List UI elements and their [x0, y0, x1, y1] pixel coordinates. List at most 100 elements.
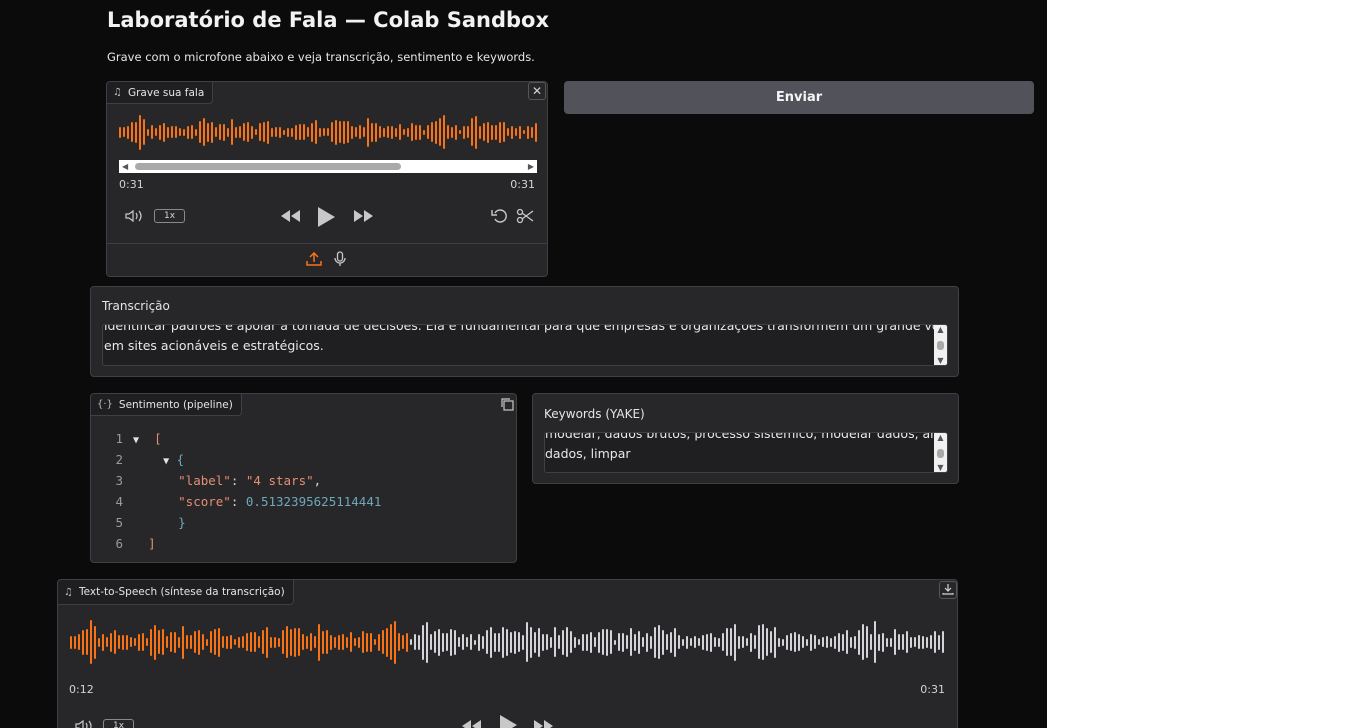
- scrollbar-thumb[interactable]: [135, 163, 401, 170]
- transcription-scrollbar[interactable]: ▲ ▼: [934, 325, 947, 365]
- undo-icon[interactable]: [491, 208, 509, 227]
- rewind-icon[interactable]: [279, 209, 301, 226]
- waveform-bar: [467, 126, 469, 138]
- waveform-bar: [486, 630, 488, 654]
- waveform-bar: [378, 633, 380, 651]
- waveform-bar: [279, 126, 281, 138]
- play-icon[interactable]: [498, 714, 518, 728]
- waveform-bar: [247, 122, 249, 142]
- waveform-bar: [170, 632, 172, 652]
- waveform-bar: [458, 637, 460, 647]
- play-icon[interactable]: [316, 206, 336, 231]
- waveform-bar: [218, 627, 220, 657]
- speed-button[interactable]: 1x: [103, 719, 134, 728]
- send-button[interactable]: Enviar: [564, 81, 1034, 114]
- waveform-bar: [402, 635, 404, 649]
- waveform-bar: [463, 125, 465, 139]
- keywords-label: Keywords (YAKE): [544, 407, 645, 421]
- waveform-scrollbar[interactable]: ◀ ▶: [119, 160, 537, 173]
- scroll-up-icon[interactable]: ▲: [934, 433, 947, 442]
- waveform-bar: [127, 125, 129, 139]
- waveform-bar: [519, 125, 521, 139]
- scroll-up-icon[interactable]: ▲: [934, 325, 947, 334]
- upload-icon[interactable]: [306, 251, 322, 269]
- download-button[interactable]: [939, 581, 957, 599]
- waveform-bar: [423, 129, 425, 135]
- waveform-bar: [586, 633, 588, 651]
- waveform-bar: [175, 126, 177, 138]
- waveform-bar: [94, 625, 96, 659]
- collapse-icon[interactable]: ▼: [163, 456, 169, 467]
- transcription-line-2: em sites acionáveis e estratégicos.: [104, 338, 324, 353]
- app-root: Laboratório de Fala — Colab Sandbox Grav…: [0, 0, 1047, 728]
- waveform-bar: [646, 632, 648, 652]
- waveform-bar: [251, 125, 253, 139]
- waveform-bar: [211, 121, 213, 143]
- copy-icon[interactable]: [500, 397, 514, 414]
- waveform-bar: [167, 126, 169, 138]
- transcription-textbox[interactable]: identificar padrões e apoiar a tomada de…: [102, 324, 948, 366]
- waveform-bar: [422, 624, 424, 660]
- page-title: Laboratório de Fala — Colab Sandbox: [107, 8, 549, 32]
- collapse-icon[interactable]: ▼: [133, 435, 139, 446]
- tts-waveform[interactable]: [70, 616, 946, 668]
- waveform-bar: [451, 126, 453, 138]
- waveform-bar: [391, 125, 393, 139]
- waveform-bar: [886, 637, 888, 647]
- waveform-bar: [898, 634, 900, 650]
- waveform-bar: [311, 122, 313, 142]
- waveform-bar: [478, 633, 480, 651]
- volume-icon[interactable]: [124, 209, 146, 226]
- waveform-bar: [882, 632, 884, 652]
- keywords-textbox[interactable]: modelar, dados brutos, processo sistemic…: [544, 432, 948, 473]
- scissors-icon[interactable]: [516, 208, 534, 227]
- waveform-bar: [634, 633, 636, 651]
- waveform-bar: [538, 627, 540, 657]
- waveform-bar: [850, 636, 852, 648]
- keywords-scrollbar[interactable]: ▲ ▼: [934, 433, 947, 472]
- scroll-right-icon[interactable]: ▶: [528, 160, 534, 173]
- waveform-bar: [183, 128, 185, 136]
- fast-forward-icon[interactable]: [533, 719, 555, 728]
- waveform-bar: [722, 633, 724, 651]
- waveform-bar: [427, 125, 429, 139]
- waveform-bar: [778, 637, 780, 647]
- waveform-bar: [934, 631, 936, 653]
- scroll-left-icon[interactable]: ◀: [122, 160, 128, 173]
- waveform-bar: [542, 633, 544, 651]
- scroll-down-icon[interactable]: ▼: [934, 356, 947, 365]
- music-note-icon: ♫: [64, 586, 73, 598]
- waveform-bar: [786, 634, 788, 650]
- waveform-bar: [942, 631, 944, 653]
- scroll-down-icon[interactable]: ▼: [934, 463, 947, 472]
- recorder-waveform[interactable]: [119, 110, 539, 154]
- scrollbar-thumb[interactable]: [937, 341, 944, 350]
- waveform-bar: [666, 634, 668, 650]
- waveform-bar: [714, 637, 716, 647]
- waveform-bar: [446, 633, 448, 651]
- waveform-bar: [394, 620, 396, 664]
- line-number: 4: [115, 494, 123, 509]
- close-button[interactable]: ✕: [528, 82, 546, 100]
- waveform-bar: [498, 632, 500, 652]
- waveform-bar: [466, 637, 468, 647]
- fast-forward-icon[interactable]: [353, 209, 375, 226]
- scrollbar-thumb[interactable]: [937, 449, 944, 458]
- waveform-bar: [255, 129, 257, 135]
- waveform-bar: [483, 123, 485, 141]
- waveform-bar: [315, 120, 317, 144]
- waveform-bar: [474, 639, 476, 645]
- recorder-divider: [107, 243, 547, 244]
- waveform-bar: [499, 121, 501, 143]
- waveform-bar: [814, 635, 816, 649]
- microphone-icon[interactable]: [334, 251, 346, 270]
- waveform-bar: [158, 630, 160, 654]
- waveform-bar: [287, 127, 289, 137]
- volume-icon[interactable]: [74, 719, 96, 728]
- speed-button[interactable]: 1x: [154, 209, 185, 223]
- waveform-bar: [594, 637, 596, 647]
- waveform-bar: [471, 118, 473, 146]
- rewind-icon[interactable]: [460, 719, 482, 728]
- waveform-bar: [286, 626, 288, 658]
- waveform-bar: [294, 627, 296, 657]
